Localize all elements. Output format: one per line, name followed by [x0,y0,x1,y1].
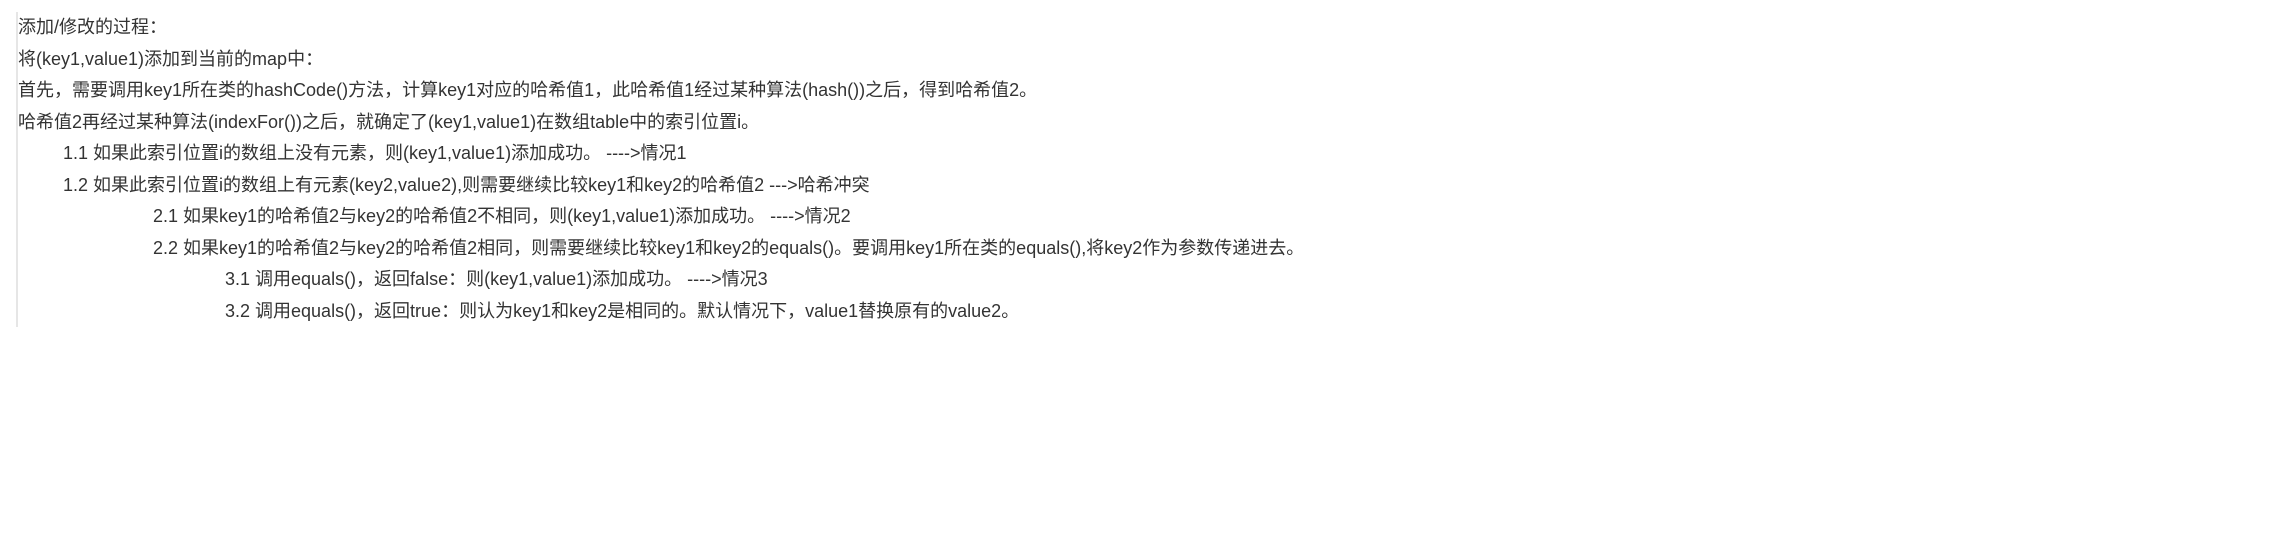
text-line-indent-1: 1.1 如果此索引位置i的数组上没有元素，则(key1,value1)添加成功。… [18,138,2272,170]
text-line-indent-3: 3.2 调用equals()，返回true：则认为key1和key2是相同的。默… [18,296,2272,328]
text-line: 将(key1,value1)添加到当前的map中： [18,44,2272,76]
text-line: 首先，需要调用key1所在类的hashCode()方法，计算key1对应的哈希值… [18,75,2272,107]
text-block: 添加/修改的过程： 将(key1,value1)添加到当前的map中： 首先，需… [16,12,2272,327]
text-line-indent-1: 1.2 如果此索引位置i的数组上有元素(key2,value2),则需要继续比较… [18,170,2272,202]
text-line: 添加/修改的过程： [18,12,2272,44]
text-line: 哈希值2再经过某种算法(indexFor())之后，就确定了(key1,valu… [18,107,2272,139]
text-line-indent-2: 2.2 如果key1的哈希值2与key2的哈希值2相同，则需要继续比较key1和… [18,233,2272,265]
text-line-indent-2: 2.1 如果key1的哈希值2与key2的哈希值2不相同，则(key1,valu… [18,201,2272,233]
text-line-indent-3: 3.1 调用equals()，返回false：则(key1,value1)添加成… [18,264,2272,296]
